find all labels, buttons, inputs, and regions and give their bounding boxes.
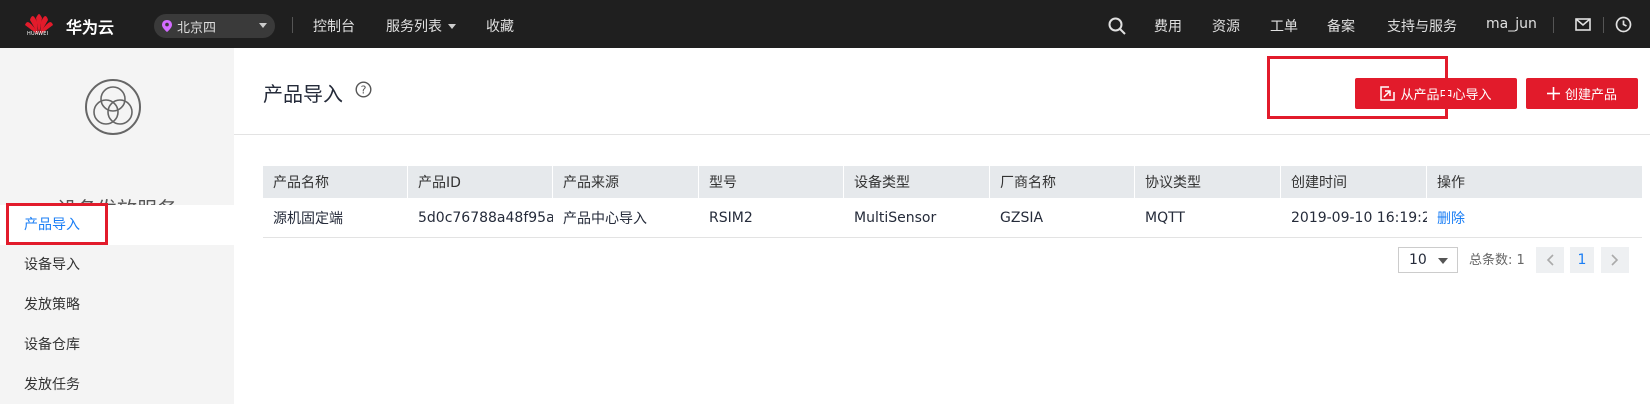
nav-favorites[interactable]: 收藏 [486,16,514,36]
manufacturer-cell: GZSIA [990,198,1135,237]
product-id-cell: 5d0c76788a48f95a... [408,198,553,237]
divider [1553,17,1554,33]
logo-wordmark: HUAWEI [27,31,48,37]
column-header[interactable]: 创建时间 [1281,166,1427,198]
location-pin-icon [162,20,172,32]
clock-icon[interactable] [1615,16,1632,33]
column-header: 操作 [1427,166,1642,198]
sidebar-item-provisioning-policy[interactable]: 发放策略 [0,285,234,325]
divider [292,17,293,33]
sidebar-item-product-import[interactable]: 产品导入 [0,205,234,245]
page-size-value: 10 [1409,252,1427,268]
product-name-cell: 源机固定端 [263,198,408,237]
protocol-cell: MQTT [1135,198,1281,237]
divider [1603,17,1604,33]
device-type-cell: MultiSensor [844,198,990,237]
chevron-left-icon [1546,254,1554,266]
table-row: 源机固定端 5d0c76788a48f95a... 产品中心导入 RSIM2 M… [263,198,1642,238]
region-selector[interactable]: 北京四 [154,14,275,38]
region-label: 北京四 [177,17,216,36]
product-source-cell: 产品中心导入 [553,198,699,237]
create-button-label: 创建产品 [1565,84,1617,103]
import-icon [1380,86,1395,101]
svg-text:?: ? [361,84,367,97]
main-content: 产品导入 ? 从产品中心导入 创建产品 产品名称 产品ID 产品来源 型号 设备… [234,48,1650,404]
created-time-cell: 2019-09-10 16:19:20 [1281,198,1427,237]
chevron-down-icon [1438,258,1448,264]
sidebar: 设备发放服务 产品导入 设备导入 发放策略 设备仓库 发放任务 [0,48,234,404]
nav-service-list[interactable]: 服务列表 [386,16,456,36]
help-icon[interactable]: ? [355,81,372,98]
next-page-button[interactable] [1601,247,1629,273]
header-divider [234,134,1650,135]
nav-console[interactable]: 控制台 [313,16,355,36]
create-product-button[interactable]: 创建产品 [1526,78,1638,109]
column-header[interactable]: 厂商名称 [990,166,1135,198]
delete-link[interactable]: 删除 [1437,208,1465,228]
plus-icon [1547,87,1560,100]
product-table: 产品名称 产品ID 产品来源 型号 设备类型 厂商名称 协议类型 创建时间 操作… [263,166,1642,238]
chevron-right-icon [1611,254,1619,266]
nav-billing[interactable]: 费用 [1154,16,1182,36]
sidebar-item-provisioning-tasks[interactable]: 发放任务 [0,365,234,405]
column-header[interactable]: 型号 [699,166,844,198]
import-button-label: 从产品中心导入 [1400,84,1491,103]
page-size-select[interactable]: 10 [1398,247,1458,273]
nav-filing[interactable]: 备案 [1327,16,1355,36]
import-from-product-center-button[interactable]: 从产品中心导入 [1355,78,1517,109]
chevron-down-icon [259,23,267,28]
chevron-down-icon [448,24,456,29]
prev-page-button[interactable] [1536,247,1564,273]
table-header: 产品名称 产品ID 产品来源 型号 设备类型 厂商名称 协议类型 创建时间 操作 [263,166,1642,198]
nav-support[interactable]: 支持与服务 [1387,16,1457,36]
search-icon[interactable] [1108,17,1126,35]
mail-icon[interactable] [1575,18,1591,31]
page-title: 产品导入 [263,78,343,107]
model-cell: RSIM2 [699,198,844,237]
brand-name[interactable]: 华为云 [66,14,114,38]
column-header[interactable]: 产品ID [408,166,553,198]
column-header[interactable]: 协议类型 [1135,166,1281,198]
actions-cell: 删除 [1427,198,1642,237]
nav-tickets[interactable]: 工单 [1270,16,1298,36]
nav-service-list-label: 服务列表 [386,19,442,35]
user-account-menu[interactable]: ma_jun [1486,16,1537,32]
nav-resources[interactable]: 资源 [1212,16,1240,36]
device-provisioning-service-icon [84,78,142,136]
sidebar-item-device-repository[interactable]: 设备仓库 [0,325,234,365]
sidebar-item-device-import[interactable]: 设备导入 [0,245,234,285]
total-count: 总条数: 1 [1469,249,1525,268]
top-navigation-bar: HUAWEI 华为云 北京四 控制台 服务列表 收藏 费用 资源 工单 备案 支… [0,0,1650,48]
column-header[interactable]: 产品名称 [263,166,408,198]
page-number-current[interactable]: 1 [1570,247,1594,273]
column-header[interactable]: 设备类型 [844,166,990,198]
column-header[interactable]: 产品来源 [553,166,699,198]
